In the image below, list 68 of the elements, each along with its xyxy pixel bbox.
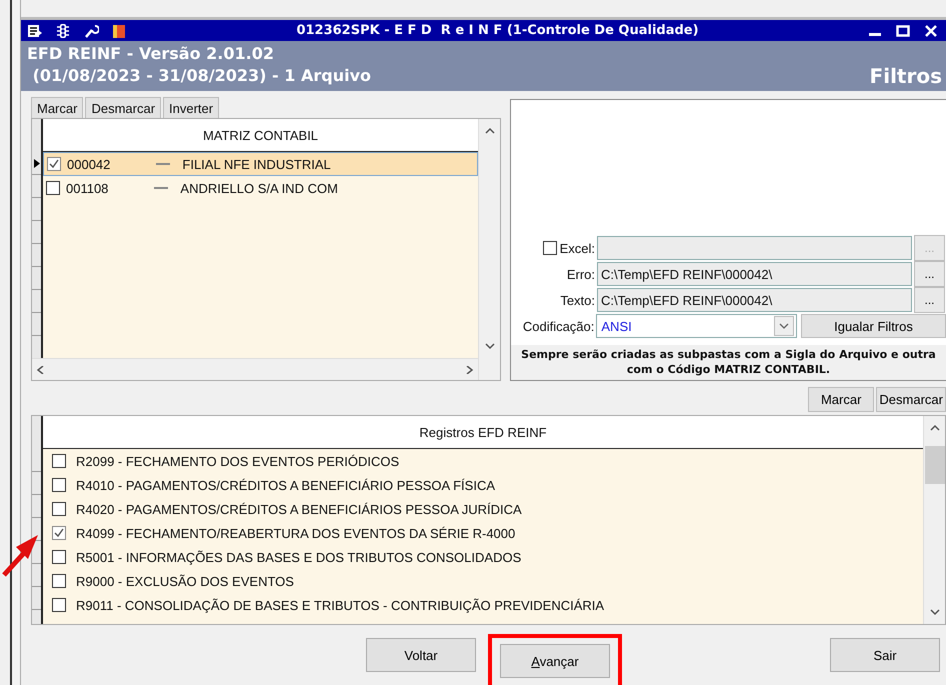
field-label: Erro: (566, 266, 595, 282)
scroll-down-icon[interactable] (930, 608, 940, 616)
checkmark-icon (53, 527, 65, 539)
checkmark-icon (48, 158, 60, 170)
info-note: Sempre serão criadas as subpastas com a Sigla do Arquivo e outra com o Código MATRIZ CONTABIL. (511, 345, 946, 380)
match-filters-button[interactable]: Igualar Filtros (800, 314, 946, 338)
input-field[interactable]: C:\Temp\EFD REINF\000042\ (597, 262, 912, 286)
footer-button[interactable]: Sair (830, 638, 940, 672)
company-row[interactable]: 001108 ANDRIELLO S/A IND COM (43, 176, 478, 200)
record-select-button[interactable]: Desmarcar (876, 387, 946, 412)
checkbox[interactable] (52, 598, 66, 612)
checkbox[interactable] (47, 157, 61, 171)
checkbox[interactable] (46, 181, 60, 195)
tab[interactable]: Inverter (163, 97, 220, 118)
checkbox[interactable] (52, 550, 66, 564)
scroll-up-icon[interactable] (930, 424, 940, 432)
field-label: Codificação: (522, 318, 594, 334)
record-label: R4010 - PAGAMENTOS/CRÉDITOS A BENEFICIÁRIO PESSOA FÍSICA (76, 478, 496, 492)
window-title: 012362SPK - E F D R e I N F (1-Controle De Qualidade) (295, 23, 700, 38)
row-pointer-icon (34, 159, 40, 168)
encoding-dropdown[interactable]: ANSI (596, 314, 797, 338)
books-icon[interactable] (111, 22, 127, 38)
document-arrow-icon[interactable] (27, 22, 43, 38)
tab[interactable]: Marcar (31, 97, 84, 118)
version-text: EFD REINF - Versão 2.01.02 (27, 43, 275, 65)
record-label: R9000 - EXCLUSÃO DOS EVENTOS (76, 574, 294, 588)
vertical-scrollbar[interactable] (923, 416, 945, 624)
horizontal-scrollbar[interactable] (32, 358, 478, 380)
checkbox[interactable] (52, 574, 66, 588)
wrench-icon[interactable] (83, 22, 99, 38)
scroll-down-icon[interactable] (484, 342, 494, 350)
maximize-icon[interactable] (896, 24, 910, 38)
close-icon[interactable] (924, 24, 938, 38)
checkbox[interactable] (52, 526, 66, 540)
field-label: Texto: (559, 292, 595, 308)
footer-button[interactable]: Avançar (500, 644, 610, 678)
record-select-button[interactable]: Marcar (808, 387, 874, 412)
company-name: FILIAL NFE INDUSTRIAL (182, 156, 331, 172)
company-code: 000042 (67, 156, 110, 172)
checkbox[interactable] (52, 478, 66, 492)
input-field[interactable] (597, 236, 912, 260)
record-label: R2099 - FECHAMENTO DOS EVENTOS PERIÓDICOS (76, 454, 400, 468)
footer-button[interactable]: Voltar (366, 638, 476, 672)
tab[interactable]: Desmarcar (85, 97, 162, 118)
record-label: R5001 - INFORMAÇÕES DAS BASES E DOS TRIBUTOS CONSOLIDADOS (76, 550, 522, 564)
period-text: (01/08/2023 - 31/08/2023) - 1 Arquivo (32, 65, 371, 87)
company-row[interactable]: 000042 FILIAL NFE INDUSTRIAL (43, 152, 478, 176)
input-field[interactable]: C:\Temp\EFD REINF\000042\ (597, 288, 912, 312)
page-title: Filtros (870, 65, 942, 87)
record-label: R4020 - PAGAMENTOS/CRÉDITOS A BENEFICIÁRIOS PESSOA JURÍDICA (76, 502, 522, 516)
browse-button[interactable]: ... (914, 261, 945, 287)
record-label: R9011 - CONSOLIDAÇÃO DE BASES E TRIBUTOS - CONTRIBUIÇÃO PREVIDENCIÁRIA (76, 598, 604, 612)
traffic-light-icon[interactable] (55, 22, 71, 38)
column-header: MATRIZ CONTABIL (202, 127, 320, 145)
company-code: 001108 (66, 180, 108, 196)
chevron-down-icon (778, 322, 789, 330)
browse-button[interactable]: ... (914, 287, 945, 313)
checkbox[interactable] (52, 454, 66, 468)
record-label: R4099 - FECHAMENTO/REABERTURA DOS EVENTOS DA SÉRIE R-4000 (76, 526, 516, 540)
scroll-left-icon[interactable] (36, 366, 46, 374)
scroll-up-icon[interactable] (484, 127, 494, 135)
company-name: ANDRIELLO S/A IND COM (180, 180, 338, 196)
checkbox[interactable] (52, 502, 66, 516)
scroll-thumb[interactable] (924, 446, 944, 484)
vertical-scrollbar[interactable] (478, 119, 500, 380)
scroll-right-icon[interactable] (464, 366, 474, 374)
field-label: Excel: (560, 240, 595, 256)
column-header: Registros EFD REINF (418, 424, 548, 442)
